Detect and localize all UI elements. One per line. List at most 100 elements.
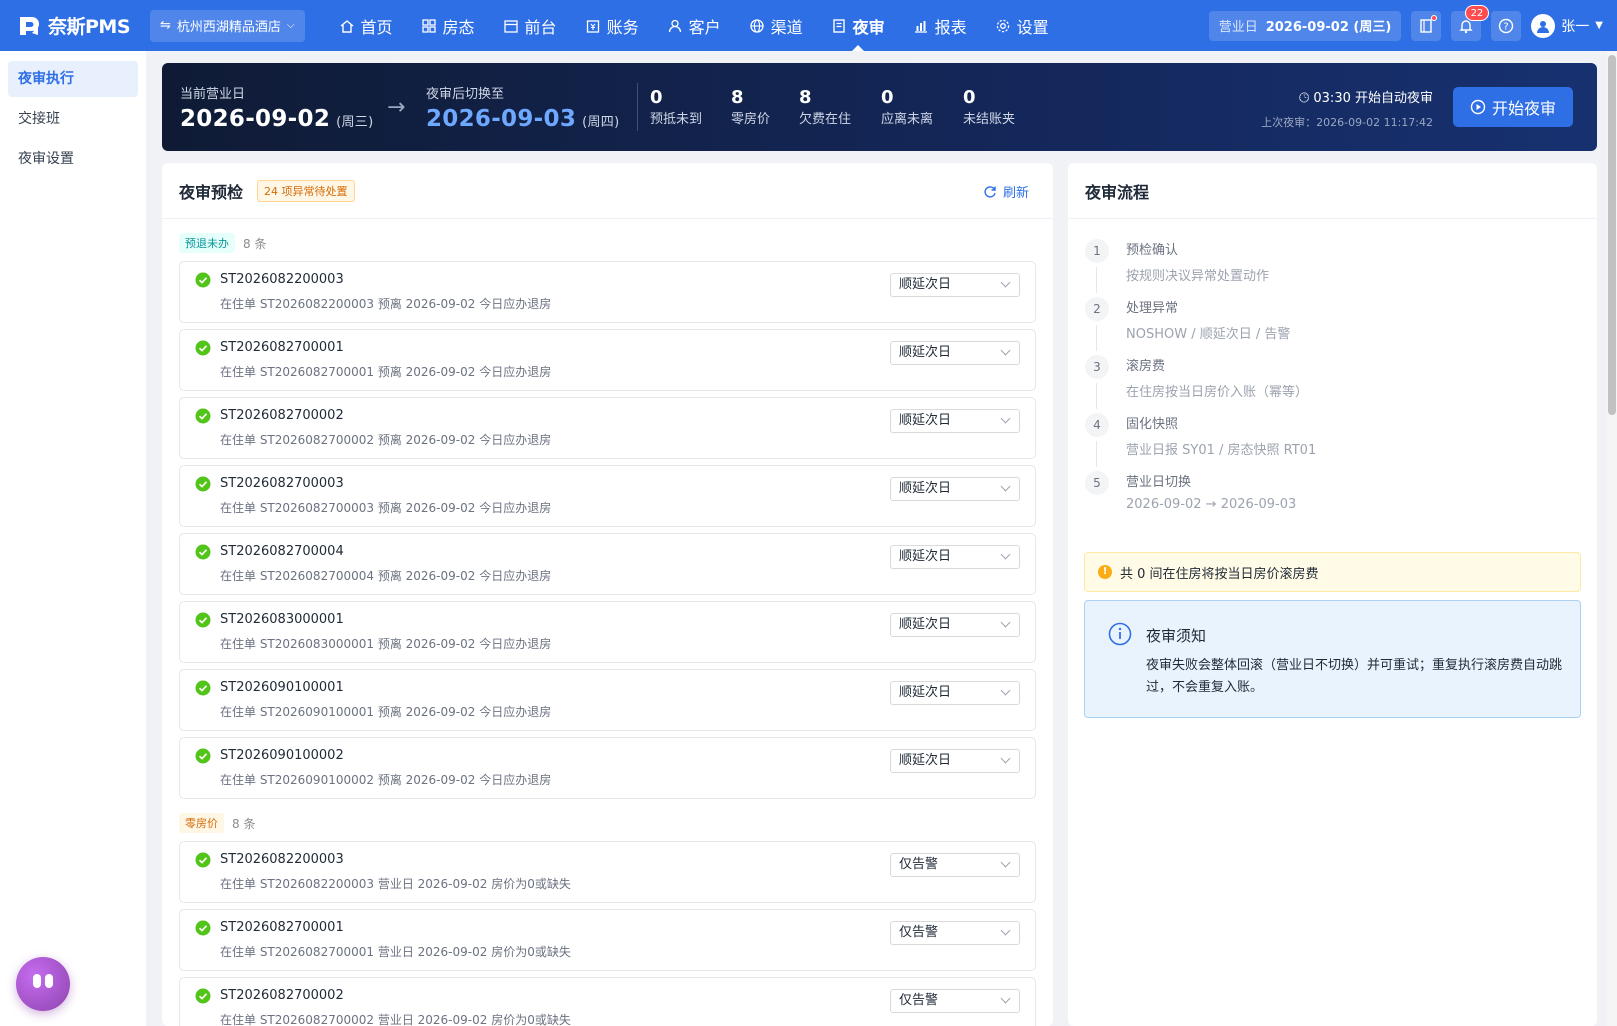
- audit-notice-text: 夜审失败会整体回滚（营业日不切换）并可重试；重复执行滚房费自动跳过，不会重复入账…: [1146, 658, 1563, 695]
- refresh-button[interactable]: 刷新: [983, 182, 1029, 201]
- hotel-selector[interactable]: ⇋ 杭州西湖精品酒店 ⌵: [150, 9, 305, 42]
- action-select[interactable]: 顺延次日: [890, 613, 1020, 637]
- nav-item-home[interactable]: 首页: [325, 0, 407, 51]
- flow-steps: 1 预检确认 按规则决议异常处置动作 2 处理异常 NOSHOW / 顺延次日 / 告警 3…: [1068, 219, 1597, 529]
- nav-item-label: 夜审: [852, 17, 885, 37]
- flow-step: 4 固化快照 营业日报 SY01 / 房态快照 RT01: [1085, 413, 1597, 471]
- help-button[interactable]: ?: [1491, 10, 1522, 41]
- nav-item-audit[interactable]: 夜审: [817, 0, 899, 51]
- exception-row: ST2026082200003 在住单 ST2026082200003 营业日 2…: [179, 841, 1036, 903]
- nav-item-label: 前台: [524, 17, 557, 37]
- chevron-down-icon: [1000, 753, 1011, 764]
- business-date-display[interactable]: 营业日 2026-09-02 (周三): [1208, 10, 1402, 41]
- action-select[interactable]: 顺延次日: [890, 749, 1020, 773]
- action-select[interactable]: 仅告警: [890, 989, 1020, 1013]
- sidebar-item[interactable]: 夜审设置: [8, 141, 138, 177]
- action-select-value: 顺延次日: [899, 753, 952, 768]
- action-select-value: 仅告警: [899, 857, 939, 872]
- action-select-value: 顺延次日: [899, 413, 952, 428]
- flow-step-connector: [1096, 325, 1097, 351]
- divider: [637, 83, 638, 131]
- switch-icon: ⇋: [160, 18, 171, 33]
- sidebar-item[interactable]: 交接班: [8, 101, 138, 137]
- action-select[interactable]: 顺延次日: [890, 409, 1020, 433]
- exception-description: 在住单 ST2026090100002 预离 2026-09-02 今日应办退房: [220, 773, 552, 787]
- current-date: 2026-09-02 (周三): [180, 106, 373, 132]
- action-select[interactable]: 仅告警: [890, 853, 1020, 877]
- nav-item-gear[interactable]: 设置: [981, 0, 1063, 51]
- play-circle-icon: [1470, 99, 1486, 115]
- action-select-value: 顺延次日: [899, 617, 952, 632]
- action-select[interactable]: 顺延次日: [890, 273, 1020, 297]
- flow-step-title: 营业日切换: [1126, 475, 1192, 490]
- clock-icon: 🕒︎: [1298, 91, 1310, 106]
- action-select-value: 仅告警: [899, 993, 939, 1008]
- audit-icon: [832, 18, 845, 33]
- exception-type-tag: 零房价: [179, 813, 224, 833]
- exception-count: 8 条: [243, 236, 267, 251]
- app-logo[interactable]: 奈斯PMS: [16, 12, 136, 39]
- action-select[interactable]: 仅告警: [890, 921, 1020, 945]
- exception-description: 在住单 ST2026082700001 预离 2026-09-02 今日应办退房: [220, 365, 552, 379]
- sidebar-item[interactable]: 夜审执行: [8, 61, 138, 97]
- exception-description: 在住单 ST2026082700002 预离 2026-09-02 今日应办退房: [220, 433, 552, 447]
- business-date-value: 2026-09-02 (周三): [1265, 20, 1392, 35]
- flow-step-connector: [1096, 383, 1097, 409]
- precheck-title: 夜审预检: [179, 182, 244, 202]
- action-select[interactable]: 顺延次日: [890, 681, 1020, 705]
- book-button[interactable]: [1411, 10, 1442, 41]
- current-weekday: (周三): [336, 115, 374, 130]
- precheck-list[interactable]: 预退未办 8 条 ST2026082200003 在住单 ST202608220000…: [162, 233, 1053, 1026]
- audit-stat: 0 预抵未到: [650, 87, 702, 127]
- exception-description: 在住单 ST2026082700004 预离 2026-09-02 今日应办退房: [220, 569, 552, 583]
- order-number: ST2026083000001: [220, 612, 344, 627]
- notifications-button[interactable]: 22: [1451, 4, 1490, 41]
- action-select-value: 顺延次日: [899, 685, 952, 700]
- next-weekday: (周四): [582, 115, 620, 130]
- night-audit-banner: 当前营业日 2026-09-02 (周三) → 夜审后切换至 2026-09-03…: [162, 63, 1597, 151]
- nav-item-ledger[interactable]: 账务: [571, 0, 653, 51]
- check-circle-icon: [195, 852, 211, 868]
- flow-step-description: 按规则决议异常处置动作: [1126, 269, 1270, 284]
- nav-item-label: 报表: [934, 17, 967, 37]
- audit-stat: 0 未结账夹: [963, 87, 1015, 127]
- chevron-down-icon: [1000, 549, 1011, 560]
- action-select[interactable]: 顺延次日: [890, 341, 1020, 365]
- assistant-bot-button[interactable]: [16, 957, 70, 1011]
- order-number: ST2026082200003: [220, 852, 344, 867]
- exception-row: ST2026090100002 在住单 ST2026090100002 预离 20…: [179, 737, 1036, 799]
- audit-stat: 8 零房价: [731, 87, 770, 127]
- order-number: ST2026082200003: [220, 272, 344, 287]
- flow-step-connector: [1096, 441, 1097, 467]
- auto-audit-info: 🕒︎ 03:30 开始自动夜审 上次夜审：2026-09-02 11:17:42: [1261, 87, 1433, 130]
- action-select[interactable]: 顺延次日: [890, 477, 1020, 501]
- flow-step-title: 固化快照: [1126, 417, 1179, 432]
- nav-item-label: 房态: [442, 17, 475, 37]
- ledger-icon: [586, 19, 599, 33]
- exception-row: ST2026082700002 在住单 ST2026082700002 预离 20…: [179, 397, 1036, 459]
- nav-item-label: 客户: [688, 17, 721, 37]
- logo-text: 奈斯PMS: [48, 16, 131, 38]
- order-number: ST2026090100002: [220, 748, 344, 763]
- action-select[interactable]: 顺延次日: [890, 545, 1020, 569]
- gear-icon: [996, 19, 1009, 32]
- audit-flow-panel: 夜审流程 1 预检确认 按规则决议异常处置动作 2 处理异常 NOSHOW / 顺延次日 …: [1068, 163, 1597, 1026]
- chevron-down-icon: [1000, 925, 1011, 936]
- nav-item-user[interactable]: 客户: [653, 0, 735, 51]
- page-scrollbar[interactable]: [1607, 51, 1617, 1026]
- start-night-audit-button[interactable]: 开始夜审: [1453, 87, 1573, 127]
- exception-description: 在住单 ST2026082700003 预离 2026-09-02 今日应办退房: [220, 501, 552, 515]
- nav-item-calendar[interactable]: 前台: [489, 0, 571, 51]
- user-menu[interactable]: 张一 ▼: [1531, 13, 1603, 38]
- hotel-name: 杭州西湖精品酒店: [176, 20, 281, 35]
- scrollbar-thumb[interactable]: [1608, 55, 1616, 415]
- audit-stat-label: 未结账夹: [963, 112, 1016, 127]
- nav-item-grid[interactable]: 房态: [407, 0, 489, 51]
- chevron-down-icon: [1000, 857, 1011, 868]
- nav-item-globe[interactable]: 渠道: [735, 0, 817, 51]
- current-business-day: 当前营业日 2026-09-02 (周三): [180, 83, 373, 132]
- unread-dot: [1431, 14, 1438, 21]
- exception-row: ST2026082700002 在住单 ST2026082700002 营业日 2…: [179, 977, 1036, 1026]
- nav-item-chart[interactable]: 报表: [899, 0, 981, 51]
- audit-stat-count: 8: [731, 87, 744, 108]
